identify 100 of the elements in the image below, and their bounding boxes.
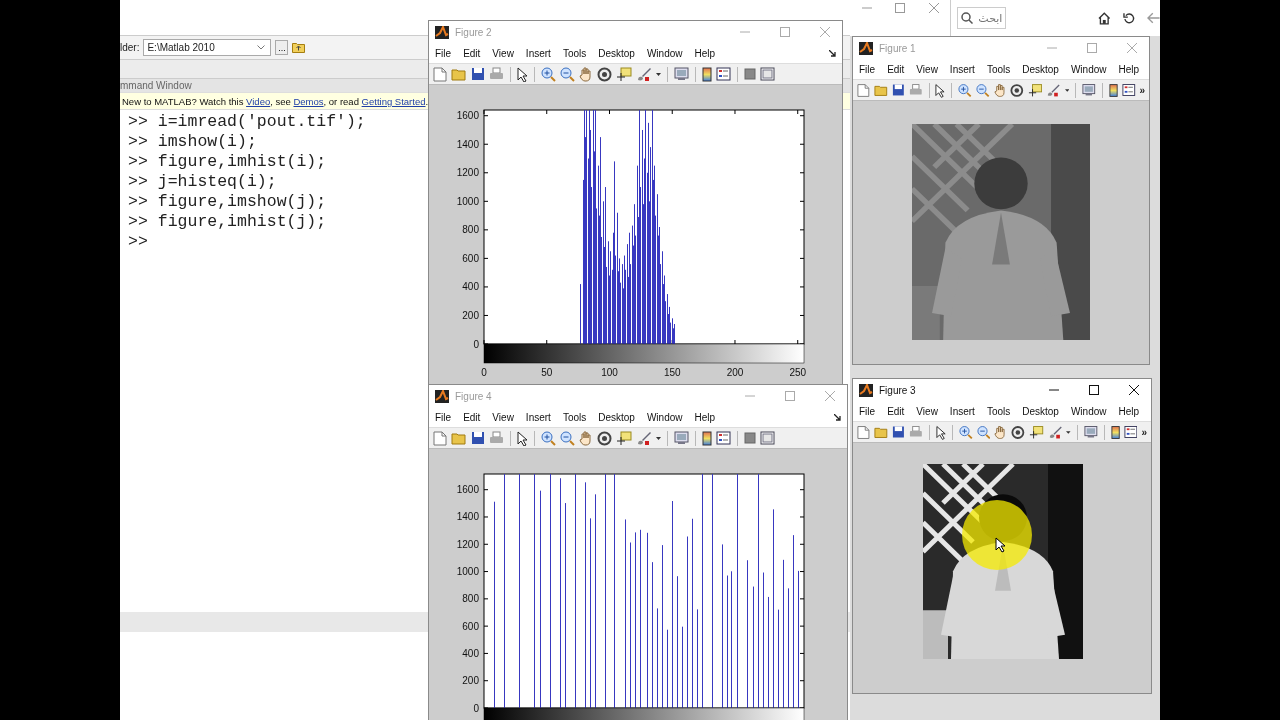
menu-item[interactable]: Edit [463, 411, 481, 423]
menu-item[interactable]: Edit [887, 63, 905, 75]
pan-hand-icon[interactable] [993, 82, 1007, 98]
menu-item[interactable]: Help [694, 47, 716, 59]
menu-item[interactable]: File [435, 411, 452, 423]
show-plot-tools-icon[interactable] [760, 67, 775, 81]
dock-arrow-icon[interactable] [834, 413, 841, 421]
menu-item[interactable]: Help [694, 411, 716, 423]
menu-item[interactable]: Desktop [1022, 63, 1059, 75]
data-cursor-icon[interactable] [616, 430, 632, 446]
menu-item[interactable]: Edit [463, 47, 481, 59]
save-icon[interactable] [892, 425, 906, 439]
menu-item[interactable]: Insert [525, 411, 551, 423]
help-link[interactable]: Demos [293, 95, 324, 107]
colorbar-icon[interactable] [702, 430, 712, 446]
pan-hand-icon[interactable] [994, 424, 1008, 440]
zoom-out-icon[interactable] [560, 430, 575, 446]
toolbar-overflow-button[interactable]: » [1139, 84, 1146, 96]
menu-item[interactable]: Insert [525, 47, 551, 59]
zoom-in-icon[interactable] [541, 66, 556, 82]
rotate-icon[interactable] [597, 430, 612, 446]
data-cursor-icon[interactable] [1027, 82, 1043, 98]
back-arrow-icon[interactable] [1147, 12, 1160, 24]
new-file-icon[interactable] [857, 424, 870, 440]
brush-icon[interactable] [1046, 82, 1061, 98]
search-field[interactable]: ابحث [957, 7, 1007, 29]
legend-icon[interactable] [1121, 83, 1136, 97]
folder-up-icon[interactable] [292, 42, 306, 53]
zoom-out-icon[interactable] [560, 66, 575, 82]
menu-item[interactable]: File [859, 63, 876, 75]
menu-item[interactable]: Desktop [1022, 405, 1059, 417]
colorbar-icon[interactable] [1110, 424, 1120, 440]
zoom-out-icon[interactable] [976, 424, 991, 440]
data-cursor-icon[interactable] [1029, 424, 1044, 440]
hide-plot-tools-icon[interactable] [744, 68, 756, 80]
refresh-icon[interactable] [1122, 11, 1136, 25]
new-file-icon[interactable] [433, 430, 447, 446]
menu-item[interactable]: Window [1070, 63, 1107, 75]
menu-item[interactable]: Tools [562, 47, 587, 59]
new-file-icon[interactable] [857, 82, 870, 98]
caret-icon[interactable] [656, 71, 661, 77]
zoom-in-icon[interactable] [959, 424, 973, 440]
caret-icon[interactable] [1066, 429, 1071, 435]
close-icon[interactable] [1129, 385, 1139, 395]
save-icon[interactable] [471, 67, 485, 81]
menu-item[interactable]: View [916, 63, 938, 75]
menu-item[interactable]: Window [1070, 405, 1107, 417]
menu-item[interactable]: Desktop [598, 411, 635, 423]
menu-item[interactable]: Help [1118, 405, 1140, 417]
legend-icon[interactable] [716, 67, 731, 81]
home-icon[interactable] [1098, 11, 1111, 25]
zoom-out-icon[interactable] [975, 82, 990, 98]
rotate-icon[interactable] [1010, 82, 1024, 98]
pointer-icon[interactable] [936, 424, 947, 440]
menu-item[interactable]: File [435, 47, 452, 59]
menu-item[interactable]: Tools [986, 63, 1011, 75]
pointer-icon[interactable] [517, 66, 528, 82]
browse-button[interactable]: ... [275, 40, 289, 55]
print-icon[interactable] [908, 83, 923, 97]
menu-item[interactable]: Desktop [598, 47, 635, 59]
window-icon[interactable] [674, 431, 689, 445]
legend-icon[interactable] [1123, 425, 1138, 439]
colorbar-icon[interactable] [1108, 82, 1118, 98]
maximize-icon[interactable] [1089, 385, 1099, 395]
caret-icon[interactable] [656, 435, 661, 441]
save-icon[interactable] [892, 83, 905, 97]
pointer-icon[interactable] [935, 82, 946, 98]
caret-icon[interactable] [1064, 87, 1070, 93]
window-icon[interactable] [1082, 83, 1096, 97]
menu-item[interactable]: Window [646, 411, 683, 423]
print-icon[interactable] [909, 425, 924, 439]
brush-icon[interactable] [636, 66, 652, 82]
menu-item[interactable]: View [492, 47, 514, 59]
show-plot-tools-icon[interactable] [760, 431, 775, 445]
help-link[interactable]: Getting Started [361, 95, 426, 107]
legend-icon[interactable] [716, 431, 731, 445]
zoom-in-icon[interactable] [541, 430, 556, 446]
menu-item[interactable]: Tools [562, 411, 587, 423]
menu-item[interactable]: Tools [986, 405, 1011, 417]
zoom-in-icon[interactable] [958, 82, 972, 98]
brush-icon[interactable] [1047, 424, 1063, 440]
menu-item[interactable]: View [492, 411, 514, 423]
pointer-icon[interactable] [517, 430, 528, 446]
menu-item[interactable]: Edit [887, 405, 905, 417]
window-icon[interactable] [1083, 425, 1098, 439]
colorbar-icon[interactable] [702, 66, 712, 82]
save-icon[interactable] [471, 431, 485, 445]
folder-path-field[interactable]: E:\Matlab 2010 [143, 39, 272, 56]
open-folder-icon[interactable] [873, 425, 889, 439]
window-icon[interactable] [674, 67, 689, 81]
menu-item[interactable]: File [859, 405, 876, 417]
new-file-icon[interactable] [433, 66, 447, 82]
dock-arrow-icon[interactable] [829, 49, 836, 57]
menu-item[interactable]: Insert [949, 63, 975, 75]
brush-icon[interactable] [636, 430, 652, 446]
hide-plot-tools-icon[interactable] [744, 432, 756, 444]
menu-item[interactable]: Window [646, 47, 683, 59]
menu-item[interactable]: Help [1118, 63, 1140, 75]
toolbar-overflow-button[interactable]: » [1141, 426, 1147, 438]
menu-item[interactable]: View [916, 405, 938, 417]
